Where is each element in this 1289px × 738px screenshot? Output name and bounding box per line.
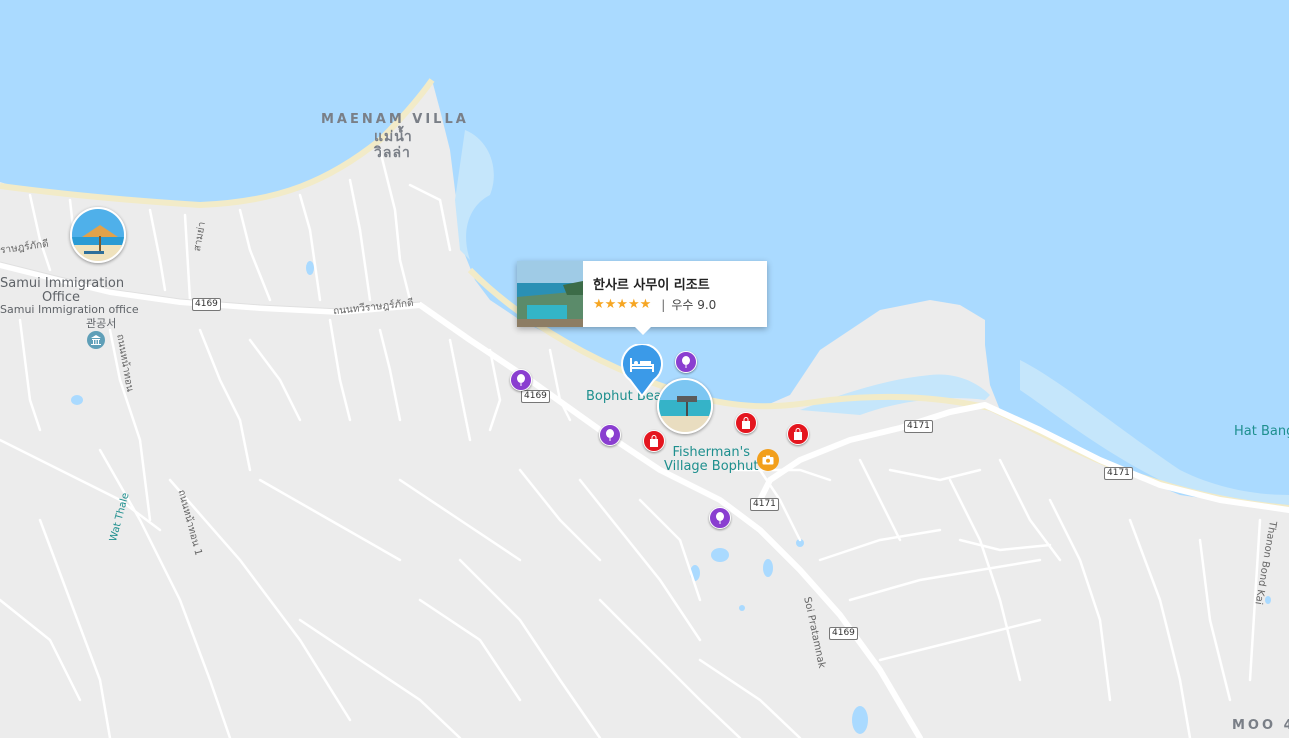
fishermans-village-line2: Village Bophut [664,459,759,474]
hotel-info-popup[interactable]: 한사르 사무이 리조트 ★★★★★ | 우수 9.0 [517,261,767,335]
area-label-hat-bang: Hat Bang [1234,424,1289,439]
immigration-office-line1: Samui Immigration [0,276,125,291]
hotel-name: 한사르 사무이 리조트 [593,278,710,293]
beach-photo-marker[interactable] [70,207,126,263]
route-shield-4169: 4169 [829,627,858,640]
hotel-rating: ★★★★★ | 우수 9.0 [593,296,716,313]
attraction-marker[interactable] [675,351,697,373]
shopping-marker[interactable] [735,412,757,434]
shopping-marker[interactable] [643,430,665,452]
shopping-marker[interactable] [787,423,809,445]
attraction-marker[interactable] [709,507,731,529]
attraction-marker[interactable] [510,369,532,391]
route-shield-4169: 4169 [521,390,550,403]
balloon-icon [716,512,724,524]
immigration-office-sub-label: Samui Immigration office [0,303,139,316]
balloon-icon [606,429,614,441]
building-icon[interactable] [87,331,105,349]
route-shield-4171: 4171 [750,498,779,511]
route-shield-4169: 4169 [192,298,221,311]
beach-photo-marker[interactable] [657,378,713,434]
photo-spot-marker[interactable] [757,449,779,471]
balloon-icon [682,356,690,368]
rating-score: 우수 9.0 [671,298,717,312]
shopping-bag-icon [742,417,750,429]
fishermans-village-line1: Fisherman's [672,445,751,460]
bed-icon [630,358,654,372]
fishermans-village-label[interactable]: Fisherman's Village Bophut [664,446,759,474]
area-label-maenam-th-2: วิลล่า [374,145,411,161]
camera-icon [762,455,774,465]
star-rating: ★★★★★ [593,297,652,312]
balloon-icon [517,374,525,386]
hotel-thumbnail[interactable] [517,261,583,327]
rating-divider: | [661,297,666,312]
route-shield-4171: 4171 [904,420,933,433]
route-shield-4171: 4171 [1104,467,1133,480]
hotel-pin[interactable] [620,343,664,398]
area-label-moo: MOO 4 [1232,718,1289,733]
area-label-maenam: MAENAM VILLA [321,112,469,127]
immigration-office-label[interactable]: Samui Immigration Office [0,276,125,305]
shopping-bag-icon [650,435,658,447]
immigration-office-category: 관공서 [86,317,117,330]
attraction-marker[interactable] [599,424,621,446]
shopping-bag-icon [794,428,802,440]
